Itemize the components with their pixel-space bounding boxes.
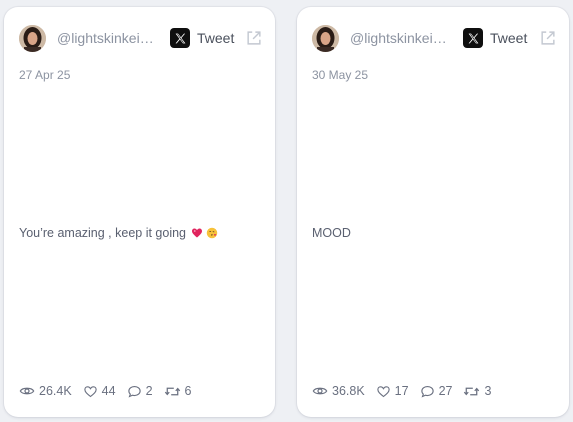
external-link-icon[interactable]: [245, 29, 263, 47]
views-count: 26.4K: [39, 384, 72, 398]
avatar[interactable]: [312, 24, 339, 52]
heart-icon: [192, 228, 203, 238]
speech-bubble-icon: [127, 385, 141, 398]
retweets-stat[interactable]: 6: [164, 384, 192, 399]
kissing-face-icon: [206, 227, 218, 239]
likes-stat[interactable]: 17: [376, 384, 409, 399]
replies-stat[interactable]: 27: [420, 384, 453, 399]
likes-stat[interactable]: 44: [83, 384, 116, 399]
eye-icon: [312, 387, 328, 395]
tweet-date: 30 May 25: [312, 68, 369, 82]
retweets-stat[interactable]: 3: [463, 384, 491, 399]
platform-label: Tweet: [197, 30, 235, 46]
tweet-text: MOOD: [312, 226, 351, 240]
views-count: 36.8K: [332, 384, 365, 398]
user-handle[interactable]: @lightskinkeisha: [57, 30, 157, 46]
retweets-count: 6: [184, 384, 192, 398]
tweet-card[interactable]: @lightskinkeisha Tweet 27 Apr 25 You’re …: [4, 7, 275, 417]
tweet-stats: 36.8K 17 27 3: [312, 381, 502, 401]
eye-icon: [19, 387, 35, 395]
heart-outline-icon: [83, 385, 97, 397]
replies-count: 27: [438, 384, 453, 398]
tweet-header: @lightskinkeisha Tweet: [19, 24, 263, 52]
views-stat: 36.8K: [312, 383, 365, 399]
retweet-icon: [464, 387, 480, 395]
x-logo-icon: [170, 28, 190, 48]
tweet-card[interactable]: @lightskinkeisha Tweet 30 May 25 MOOD 36…: [297, 7, 569, 417]
avatar[interactable]: [19, 24, 46, 52]
tweet-date: 27 Apr 25: [19, 68, 71, 82]
tweet-header: @lightskinkeisha Tweet: [312, 24, 557, 52]
replies-count: 2: [145, 384, 153, 398]
retweet-icon: [164, 387, 180, 395]
external-link-icon[interactable]: [539, 29, 557, 47]
tweet-stats: 26.4K 44 2 6: [19, 381, 202, 401]
likes-count: 44: [101, 384, 116, 398]
tweet-board: @lightskinkeisha Tweet 27 Apr 25 You’re …: [0, 0, 573, 422]
user-handle[interactable]: @lightskinkeisha: [350, 30, 450, 46]
views-stat: 26.4K: [19, 383, 72, 399]
heart-outline-icon: [376, 385, 390, 397]
retweets-count: 3: [484, 384, 492, 398]
tweet-text: You’re amazing , keep it going: [19, 226, 218, 240]
likes-count: 17: [394, 384, 409, 398]
tweet-text-content: You’re amazing , keep it going: [19, 226, 187, 240]
speech-bubble-icon: [420, 385, 434, 398]
x-logo-icon: [463, 28, 483, 48]
replies-stat[interactable]: 2: [127, 384, 153, 399]
platform-label: Tweet: [490, 30, 528, 46]
tweet-text-content: MOOD: [312, 226, 351, 240]
